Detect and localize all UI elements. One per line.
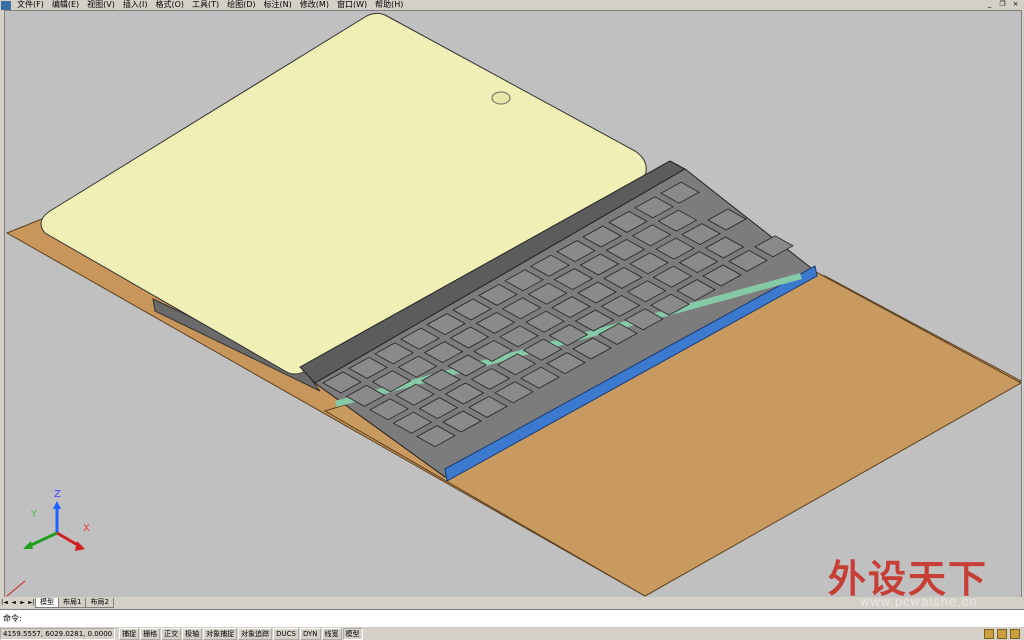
dyn-toggle[interactable]: DYN [299, 628, 321, 640]
lineweight-toggle[interactable]: 线宽 [321, 628, 342, 640]
ortho-toggle[interactable]: 正交 [161, 628, 182, 640]
ucs-z-label: Z [54, 489, 61, 500]
menu-draw[interactable]: 绘图(D) [223, 0, 259, 10]
window-controls: _ ❐ × [985, 0, 1020, 8]
tray-icons [984, 629, 1020, 639]
command-prompt: 命令: [3, 614, 22, 623]
menu-file[interactable]: 文件(F) [13, 0, 48, 10]
ucs-y-label: Y [30, 509, 38, 520]
home-button [491, 91, 511, 105]
layout-tabs: |◄ ◄ ► ►| 模型 布局1 布局2 [0, 597, 1024, 608]
close-button[interactable]: × [1011, 0, 1020, 8]
menu-format[interactable]: 格式(O) [151, 0, 188, 10]
ducs-toggle[interactable]: DUCS [273, 628, 299, 640]
command-line[interactable]: 命令: [0, 609, 1024, 627]
prev-tab-arrow[interactable]: ◄ [9, 598, 18, 607]
app-icon[interactable] [1, 0, 11, 10]
menu-insert[interactable]: 插入(I) [119, 0, 152, 10]
status-bar: 4159.5557, 6029.0281, 0.0000 捕捉 栅格 正交 极轴… [0, 628, 1024, 640]
restore-button[interactable]: ❐ [998, 0, 1007, 8]
menu-bar: 文件(F) 编辑(E) 视图(V) 插入(I) 格式(O) 工具(T) 绘图(D… [0, 0, 1024, 10]
clean-screen-icon[interactable] [1010, 629, 1020, 639]
tab-model[interactable]: 模型 [35, 597, 59, 608]
tab-layout2[interactable]: 布局2 [85, 597, 114, 608]
menu-tools[interactable]: 工具(T) [188, 0, 223, 10]
osnap-toggle[interactable]: 对象捕捉 [203, 628, 238, 640]
menu-view[interactable]: 视图(V) [83, 0, 119, 10]
lock-icon[interactable] [984, 629, 994, 639]
model-toggle[interactable]: 模型 [342, 628, 363, 640]
comm-center-icon[interactable] [997, 629, 1007, 639]
menu-dimension[interactable]: 标注(N) [260, 0, 296, 10]
menu-edit[interactable]: 编辑(E) [48, 0, 83, 10]
menu-help[interactable]: 帮助(H) [371, 0, 407, 10]
otrack-toggle[interactable]: 对象追踪 [238, 628, 273, 640]
model-render: Z Y X [5, 12, 1021, 597]
ucs-x-label: X [83, 523, 90, 534]
menu-window[interactable]: 窗口(W) [333, 0, 371, 10]
ucs-icon: Z Y X [23, 489, 90, 551]
corner-mark [6, 580, 26, 597]
next-tab-arrow[interactable]: ► [18, 598, 27, 607]
tab-layout1[interactable]: 布局1 [58, 597, 87, 608]
grid-toggle[interactable]: 栅格 [140, 628, 161, 640]
first-tab-arrow[interactable]: |◄ [0, 598, 9, 607]
snap-toggle[interactable]: 捕捉 [119, 628, 140, 640]
coordinate-readout: 4159.5557, 6029.0281, 0.0000 [0, 628, 116, 640]
minimize-button[interactable]: _ [985, 0, 994, 8]
polar-toggle[interactable]: 极轴 [182, 628, 203, 640]
drawing-viewport[interactable]: Z Y X [4, 10, 1022, 598]
menu-modify[interactable]: 修改(M) [296, 0, 333, 10]
